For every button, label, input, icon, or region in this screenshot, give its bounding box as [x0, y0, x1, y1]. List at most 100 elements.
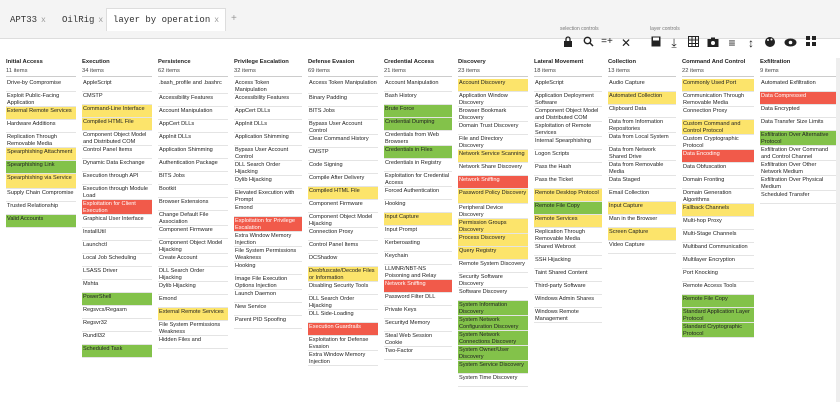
- technique-cell[interactable]: Accessibility Features: [234, 94, 302, 107]
- technique-cell[interactable]: Data Transfer Size Limits: [760, 118, 836, 131]
- technique-cell[interactable]: Data Obfuscation: [682, 163, 754, 176]
- technique-cell[interactable]: Domain Trust Discovery: [458, 122, 528, 135]
- technique-cell[interactable]: Spearphishing via Service: [6, 174, 76, 189]
- technique-cell[interactable]: Access Token Manipulation: [234, 79, 302, 94]
- expand-icon[interactable]: [805, 36, 817, 50]
- technique-cell[interactable]: Execution through Module Load: [82, 185, 152, 200]
- technique-cell[interactable]: Password Policy Discovery: [458, 189, 528, 204]
- eye-icon[interactable]: [784, 36, 797, 50]
- technique-cell[interactable]: Replication Through Removable Media: [534, 228, 602, 243]
- technique-cell[interactable]: System Network Connections Discovery: [458, 331, 528, 346]
- technique-cell[interactable]: Data Staged: [608, 176, 676, 189]
- sort-icon[interactable]: ↕: [745, 36, 757, 50]
- technique-cell[interactable]: AppleScript: [82, 79, 152, 92]
- technique-cell[interactable]: Input Capture: [384, 213, 452, 226]
- technique-cell[interactable]: Internal Spearphishing: [534, 137, 602, 150]
- technique-cell[interactable]: Exploitation for Client Execution: [82, 200, 152, 215]
- technique-cell[interactable]: Custom Command and Control Protocol: [682, 120, 754, 135]
- technique-cell[interactable]: Multi-hop Proxy: [682, 217, 754, 230]
- technique-cell[interactable]: Application Deployment Software: [534, 92, 602, 107]
- tactic-header[interactable]: Initial Access: [6, 58, 76, 67]
- technique-cell[interactable]: Scheduled Transfer: [760, 191, 836, 204]
- technique-cell[interactable]: DLL Search Order Hijacking: [234, 161, 302, 176]
- tactic-header[interactable]: Exfiltration: [760, 58, 836, 67]
- technique-cell[interactable]: Securityd Memory: [384, 319, 452, 332]
- technique-cell[interactable]: Application Window Discovery: [458, 92, 528, 107]
- scrollbar[interactable]: [836, 58, 840, 402]
- technique-cell[interactable]: Automated Collection: [608, 92, 676, 105]
- technique-cell[interactable]: Logon Scripts: [534, 150, 602, 163]
- technique-cell[interactable]: Credentials in Registry: [384, 159, 452, 172]
- technique-cell[interactable]: Private Keys: [384, 306, 452, 319]
- close-icon[interactable]: x: [214, 16, 219, 25]
- technique-cell[interactable]: Disabling Security Tools: [308, 282, 378, 295]
- technique-cell[interactable]: BITS Jobs: [158, 172, 228, 185]
- tactic-header[interactable]: Lateral Movement: [534, 58, 602, 67]
- technique-cell[interactable]: Input Prompt: [384, 226, 452, 239]
- technique-cell[interactable]: Input Capture: [608, 202, 676, 215]
- technique-cell[interactable]: Regsvcs/Regasm: [82, 306, 152, 319]
- technique-cell[interactable]: Drive-by Compromise: [6, 79, 76, 92]
- technique-cell[interactable]: PowerShell: [82, 293, 152, 306]
- technique-cell[interactable]: Credential Dumping: [384, 118, 452, 131]
- technique-cell[interactable]: Permission Groups Discovery: [458, 219, 528, 234]
- technique-cell[interactable]: Spearphishing Link: [6, 161, 76, 174]
- technique-cell[interactable]: DLL Search Order Hijacking: [158, 267, 228, 282]
- tab-oilrig[interactable]: OilRig x: [56, 9, 109, 31]
- tab-apt33[interactable]: APT33 x: [4, 9, 52, 31]
- technique-cell[interactable]: Pass the Ticket: [534, 176, 602, 189]
- technique-cell[interactable]: Replication Through Removable Media: [6, 133, 76, 148]
- technique-cell[interactable]: New Service: [234, 303, 302, 316]
- technique-cell[interactable]: Credentials from Web Browsers: [384, 131, 452, 146]
- technique-cell[interactable]: Launchctl: [82, 241, 152, 254]
- technique-cell[interactable]: DLL Side-Loading: [308, 310, 378, 323]
- technique-cell[interactable]: Bypass User Account Control: [234, 146, 302, 161]
- technique-cell[interactable]: Scheduled Task: [82, 345, 152, 358]
- tactic-header[interactable]: Privilege Escalation: [234, 58, 302, 67]
- tactic-header[interactable]: Collection: [608, 58, 676, 67]
- technique-cell[interactable]: Graphical User Interface: [82, 215, 152, 228]
- technique-cell[interactable]: Exploitation for Credential Access: [384, 172, 452, 187]
- technique-cell[interactable]: File System Permissions Weakness: [234, 247, 302, 262]
- technique-cell[interactable]: System Information Discovery: [458, 301, 528, 316]
- technique-cell[interactable]: Component Firmware: [308, 200, 378, 213]
- technique-cell[interactable]: Launch Daemon: [234, 290, 302, 303]
- technique-cell[interactable]: External Remote Services: [158, 308, 228, 321]
- tactic-header[interactable]: Persistence: [158, 58, 228, 67]
- technique-cell[interactable]: Security Software Discovery: [458, 273, 528, 288]
- technique-cell[interactable]: Compile After Delivery: [308, 174, 378, 187]
- technique-cell[interactable]: Video Capture: [608, 241, 676, 254]
- tactic-header[interactable]: Credential Access: [384, 58, 452, 67]
- technique-cell[interactable]: Code Signing: [308, 161, 378, 174]
- download-icon[interactable]: ⤓: [668, 36, 680, 51]
- technique-cell[interactable]: Shared Webroot: [534, 243, 602, 256]
- technique-cell[interactable]: Taint Shared Content: [534, 269, 602, 282]
- technique-cell[interactable]: Clipboard Data: [608, 105, 676, 118]
- technique-cell[interactable]: Compiled HTML File: [82, 118, 152, 131]
- technique-cell[interactable]: Component Firmware: [158, 226, 228, 239]
- technique-cell[interactable]: Elevated Execution with Prompt: [234, 189, 302, 204]
- technique-cell[interactable]: Account Manipulation: [384, 79, 452, 92]
- technique-cell[interactable]: Standard Cryptographic Protocol: [682, 323, 754, 338]
- technique-cell[interactable]: Data Encrypted: [760, 105, 836, 118]
- technique-cell[interactable]: Bypass User Account Control: [308, 120, 378, 135]
- technique-cell[interactable]: Data Encoding: [682, 150, 754, 163]
- tactic-header[interactable]: Defense Evasion: [308, 58, 378, 67]
- camera-icon[interactable]: [707, 36, 719, 50]
- technique-cell[interactable]: Binary Padding: [308, 94, 378, 107]
- technique-cell[interactable]: System Service Discovery: [458, 361, 528, 374]
- technique-cell[interactable]: Multi-Stage Channels: [682, 230, 754, 243]
- technique-cell[interactable]: SSH Hijacking: [534, 256, 602, 269]
- technique-cell[interactable]: AppleScript: [534, 79, 602, 92]
- technique-cell[interactable]: Emond: [234, 204, 302, 217]
- technique-cell[interactable]: Remote Access Tools: [682, 282, 754, 295]
- technique-cell[interactable]: Deobfuscate/Decode Files or Information: [308, 267, 378, 282]
- technique-cell[interactable]: InstallUtil: [82, 228, 152, 241]
- search-icon[interactable]: [582, 36, 594, 50]
- technique-cell[interactable]: Regsvr32: [82, 319, 152, 332]
- color-icon[interactable]: [764, 36, 776, 51]
- filter-icon[interactable]: ≡: [726, 36, 738, 50]
- technique-cell[interactable]: Process Discovery: [458, 234, 528, 247]
- lock-icon[interactable]: [562, 36, 574, 50]
- technique-cell[interactable]: Kerberoasting: [384, 239, 452, 252]
